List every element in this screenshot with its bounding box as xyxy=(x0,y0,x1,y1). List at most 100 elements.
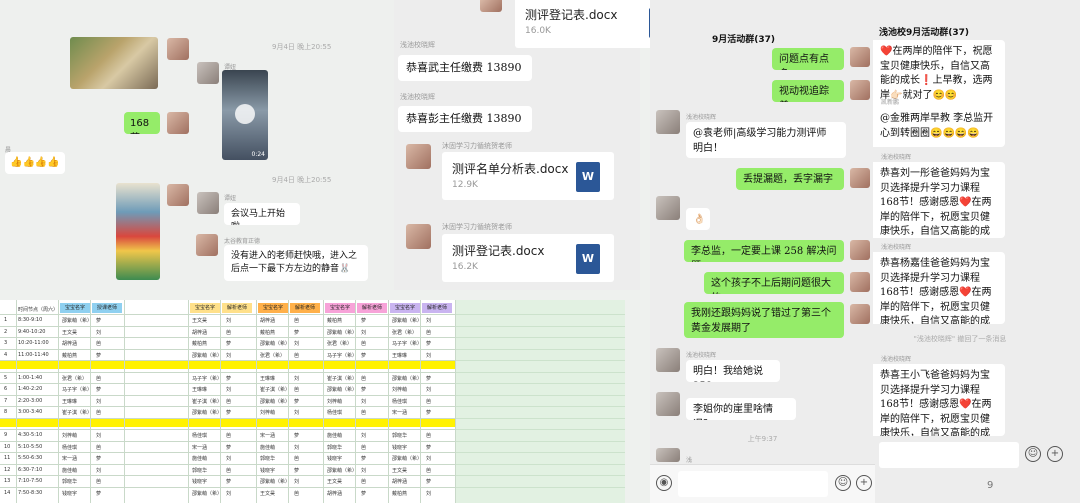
sheet-name-cell[interactable]: 张君（希） xyxy=(62,375,87,382)
sheet-teacher-cell[interactable]: 芭 xyxy=(96,444,101,451)
sheet-name-cell[interactable]: 马子宇（希） xyxy=(392,340,422,347)
sheet-teacher-cell[interactable]: 芭 xyxy=(226,398,231,405)
sheet-teacher-cell[interactable]: 萝 xyxy=(426,478,431,485)
avatar[interactable] xyxy=(480,0,502,12)
sheet-teacher-cell[interactable]: 刘 xyxy=(226,317,231,324)
sheet-teacher-cell[interactable]: 萝 xyxy=(294,398,299,405)
avatar[interactable] xyxy=(656,110,680,134)
sheet-name-cell[interactable]: 胡梓涵 xyxy=(192,329,207,336)
avatar[interactable] xyxy=(406,224,431,249)
sheet-name-cell[interactable]: 邵紫萌（希） xyxy=(327,386,357,393)
sheet-teacher-cell[interactable]: 芭 xyxy=(426,432,431,439)
sheet-teacher-cell[interactable]: 芭 xyxy=(361,444,366,451)
sheet-name-cell[interactable]: 邵紫萌（希） xyxy=(192,490,222,497)
chat-video[interactable]: 0:24 xyxy=(222,70,268,160)
sheet-name-cell[interactable]: 胡梓涵 xyxy=(392,478,407,485)
avatar[interactable] xyxy=(197,192,219,214)
sheet-name-cell[interactable]: 邵紫萌（希） xyxy=(392,455,422,462)
sheet-name-cell[interactable]: 钱晓宇 xyxy=(192,478,207,485)
emoji-icon[interactable]: ☺ xyxy=(1025,446,1041,462)
sheet-teacher-cell[interactable]: 刘 xyxy=(294,409,299,416)
sheet-name-cell[interactable]: 杨佳琪 xyxy=(62,444,77,451)
sheet-teacher-cell[interactable]: 萝 xyxy=(361,386,366,393)
avatar[interactable] xyxy=(850,272,870,292)
sheet-teacher-cell[interactable]: 芭 xyxy=(426,467,431,474)
sheet-teacher-cell[interactable]: 刘 xyxy=(226,352,231,359)
message-input[interactable] xyxy=(678,471,828,497)
message-input[interactable] xyxy=(879,442,1019,468)
sheet-name-cell[interactable]: 刘梓萌 xyxy=(327,398,342,405)
sheet-teacher-cell[interactable]: 萝 xyxy=(96,386,101,393)
sheet-name-cell[interactable]: 张君（希） xyxy=(392,329,417,336)
sheet-teacher-cell[interactable]: 刘 xyxy=(426,386,431,393)
sheet-name-cell[interactable]: 施佳萌 xyxy=(62,467,77,474)
sheet-teacher-cell[interactable]: 刘 xyxy=(96,432,101,439)
sheet-name-cell[interactable]: 邵紫萌（希） xyxy=(192,352,222,359)
sheet-teacher-cell[interactable]: 刘 xyxy=(96,329,101,336)
sheet-name-cell[interactable]: 刘梓萌 xyxy=(392,386,407,393)
avatar[interactable] xyxy=(850,240,870,260)
sheet-teacher-cell[interactable]: 刘 xyxy=(426,352,431,359)
sheet-name-cell[interactable]: 胡梓涵 xyxy=(260,317,275,324)
avatar[interactable] xyxy=(167,112,189,134)
voice-icon[interactable]: ◉ xyxy=(656,475,672,491)
chat-photo-classroom[interactable] xyxy=(70,37,158,89)
sheet-name-cell[interactable]: 戴柏燕 xyxy=(260,329,275,336)
sheet-name-cell[interactable]: 杨佳琪 xyxy=(392,398,407,405)
chat-photo-activity[interactable] xyxy=(116,183,160,280)
sheet-name-cell[interactable]: 郭晓华 xyxy=(327,444,342,451)
sheet-teacher-cell[interactable]: 萝 xyxy=(96,455,101,462)
sheet-name-cell[interactable]: 郭晓华 xyxy=(192,467,207,474)
sheet-teacher-cell[interactable]: 萝 xyxy=(426,444,431,451)
sheet-name-cell[interactable]: 邵紫萌（希） xyxy=(392,317,422,324)
sheet-teacher-cell[interactable]: 刘 xyxy=(294,375,299,382)
sheet-teacher-cell[interactable]: 萝 xyxy=(226,340,231,347)
avatar[interactable] xyxy=(167,38,189,60)
sheet-teacher-cell[interactable]: 芭 xyxy=(361,375,366,382)
sheet-teacher-cell[interactable]: 芭 xyxy=(294,455,299,462)
sheet-name-cell[interactable]: 王文昊 xyxy=(327,478,342,485)
avatar[interactable] xyxy=(850,304,870,324)
avatar[interactable] xyxy=(656,448,680,462)
sheet-name-cell[interactable]: 宋一涵 xyxy=(392,409,407,416)
sheet-teacher-cell[interactable]: 刘 xyxy=(361,398,366,405)
sheet-name-cell[interactable]: 戴柏燕 xyxy=(62,352,77,359)
sheet-teacher-cell[interactable]: 刘 xyxy=(226,386,231,393)
sheet-teacher-cell[interactable]: 刘 xyxy=(361,432,366,439)
sheet-name-cell[interactable]: 邵紫萌（希） xyxy=(260,478,290,485)
sheet-name-cell[interactable]: 施佳萌 xyxy=(260,444,275,451)
sheet-teacher-cell[interactable]: 萝 xyxy=(361,455,366,462)
sheet-teacher-cell[interactable]: 刘 xyxy=(426,455,431,462)
sheet-name-cell[interactable]: 郭晓华 xyxy=(260,455,275,462)
sheet-name-cell[interactable]: 张君（希） xyxy=(327,340,352,347)
sheet-teacher-cell[interactable]: 刘 xyxy=(361,329,366,336)
sheet-teacher-cell[interactable]: 芭 xyxy=(294,386,299,393)
avatar[interactable] xyxy=(167,184,189,206)
sheet-name-cell[interactable]: 王琳琳 xyxy=(192,386,207,393)
sheet-teacher-cell[interactable]: 芭 xyxy=(294,317,299,324)
sheet-teacher-cell[interactable]: 刘 xyxy=(426,317,431,324)
sheet-teacher-cell[interactable]: 萝 xyxy=(96,352,101,359)
sheet-teacher-cell[interactable]: 刘 xyxy=(226,490,231,497)
sheet-name-cell[interactable]: 施佳萌 xyxy=(192,455,207,462)
sheet-teacher-cell[interactable]: 芭 xyxy=(226,432,231,439)
sheet-teacher-cell[interactable]: 芭 xyxy=(361,340,366,347)
avatar[interactable] xyxy=(406,144,431,169)
sheet-teacher-cell[interactable]: 萝 xyxy=(294,329,299,336)
sheet-name-cell[interactable]: 王文昊 xyxy=(192,317,207,324)
sheet-teacher-cell[interactable]: 芭 xyxy=(96,340,101,347)
sheet-teacher-cell[interactable]: 芭 xyxy=(361,478,366,485)
sheet-teacher-cell[interactable]: 刘 xyxy=(294,478,299,485)
sheet-name-cell[interactable]: 马子宇（希） xyxy=(192,375,222,382)
sheet-teacher-cell[interactable]: 刘 xyxy=(294,340,299,347)
sheet-name-cell[interactable]: 杨佳琪 xyxy=(192,432,207,439)
sheet-teacher-cell[interactable]: 刘 xyxy=(426,490,431,497)
sheet-teacher-cell[interactable]: 刘 xyxy=(361,467,366,474)
sheet-name-cell[interactable]: 戴柏燕 xyxy=(392,490,407,497)
sheet-teacher-cell[interactable]: 萝 xyxy=(426,409,431,416)
sheet-name-cell[interactable]: 崔子淇（希） xyxy=(327,375,357,382)
sheet-teacher-cell[interactable]: 刘 xyxy=(96,398,101,405)
sheet-name-cell[interactable]: 郭晓华 xyxy=(62,478,77,485)
sheet-teacher-cell[interactable]: 芭 xyxy=(426,329,431,336)
sheet-teacher-cell[interactable]: 刘 xyxy=(294,444,299,451)
